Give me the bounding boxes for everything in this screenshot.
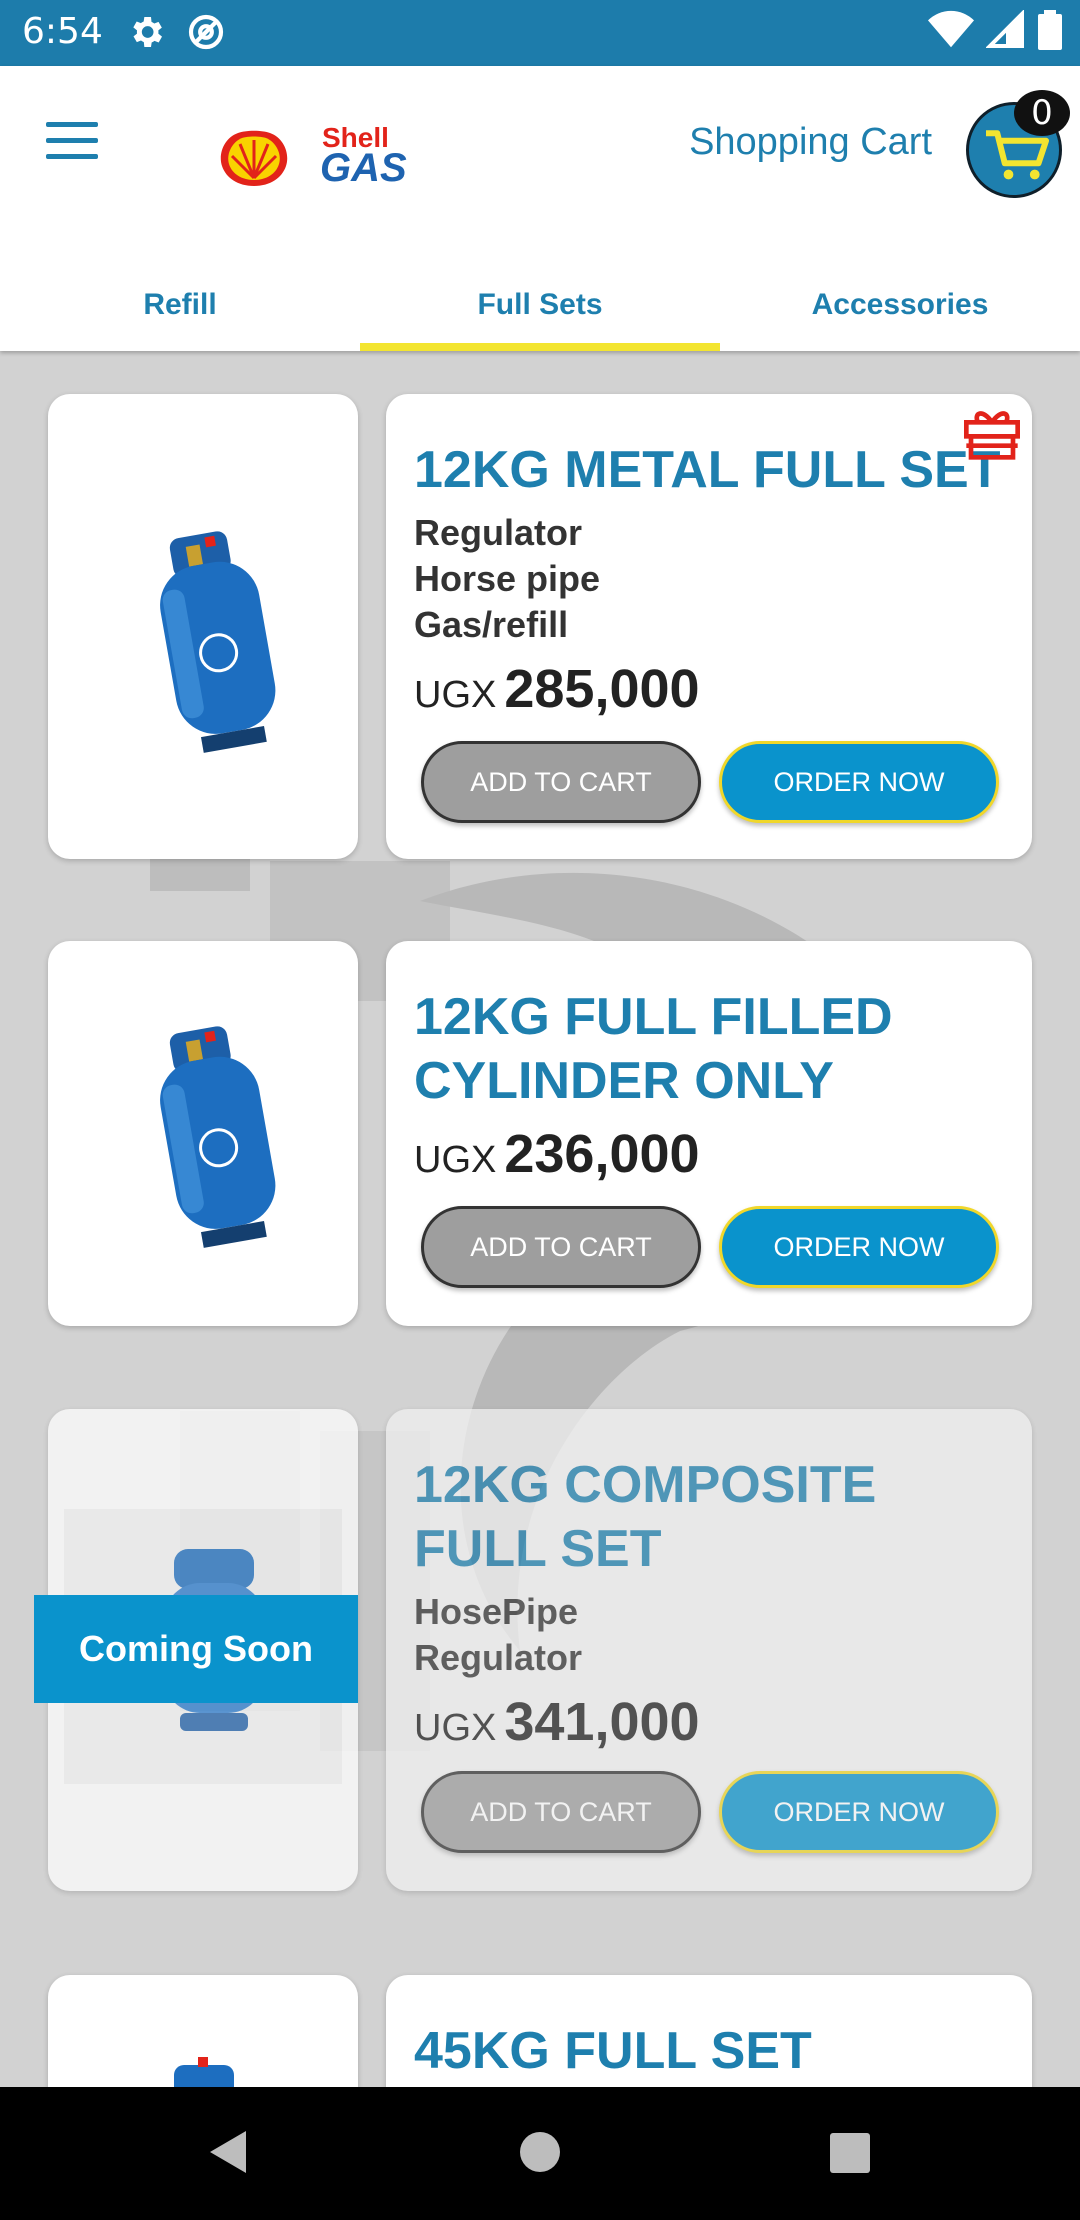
hamburger-menu-icon[interactable] bbox=[46, 122, 106, 172]
product-image bbox=[64, 489, 342, 764]
back-icon[interactable] bbox=[204, 2127, 250, 2177]
app-header: Shell GAS Shopping Cart 0 Refill Full Se… bbox=[0, 66, 1080, 351]
shopping-cart-label[interactable]: Shopping Cart bbox=[689, 121, 932, 164]
add-to-cart-button[interactable]: ADD TO CART bbox=[421, 1771, 701, 1853]
product-list[interactable]: 12KG METAL FULL SET Regulator Horse pipe… bbox=[0, 351, 1080, 2087]
system-navigation-bar bbox=[0, 2087, 1080, 2220]
order-now-button[interactable]: ORDER NOW bbox=[719, 1771, 999, 1853]
price-row: UGX 285,000 bbox=[414, 658, 1004, 720]
description-line: HosePipe bbox=[414, 1591, 579, 1632]
shell-gas-logo: Shell GAS bbox=[218, 112, 418, 202]
wifi-icon bbox=[928, 10, 974, 48]
title-line: FULL SET bbox=[414, 1520, 662, 1578]
status-bar: 6:54 bbox=[0, 0, 1080, 66]
sync-status-icon bbox=[188, 14, 224, 50]
price-row: UGX 341,000 bbox=[414, 1691, 1004, 1753]
product-image bbox=[64, 2045, 342, 2087]
product-title: 12KG METAL FULL SET bbox=[414, 441, 1001, 499]
product-price: 236,000 bbox=[504, 1124, 700, 1184]
settings-icon bbox=[133, 17, 162, 47]
cart-count-badge: 0 bbox=[1014, 90, 1070, 136]
order-now-button[interactable]: ORDER NOW bbox=[719, 1206, 999, 1288]
product-image bbox=[64, 996, 342, 1271]
product-price: 285,000 bbox=[504, 659, 700, 719]
gas-cylinder-image bbox=[174, 2057, 234, 2087]
product-price: 341,000 bbox=[504, 1692, 700, 1752]
order-now-button[interactable]: ORDER NOW bbox=[719, 741, 999, 823]
tab-refill[interactable]: Refill bbox=[0, 266, 360, 351]
brand-gas-text: GAS bbox=[320, 146, 407, 190]
product-image-card[interactable] bbox=[48, 941, 358, 1326]
title-line: 12KG FULL FILLED bbox=[414, 988, 893, 1046]
signal-icon bbox=[986, 10, 1024, 48]
add-to-cart-button[interactable]: ADD TO CART bbox=[421, 1206, 701, 1288]
product-info-card: 12KG METAL FULL SET Regulator Horse pipe… bbox=[386, 394, 1032, 859]
title-line: CYLINDER ONLY bbox=[414, 1052, 834, 1110]
product-description: Regulator Horse pipe Gas/refill bbox=[414, 510, 1004, 648]
currency-label: UGX bbox=[414, 1707, 497, 1749]
product-info-card: 12KG FULL FILLED CYLINDER ONLY UGX 236,0… bbox=[386, 941, 1032, 1326]
product-title: 45KG FULL SET bbox=[414, 2022, 812, 2080]
gas-cylinder-image bbox=[160, 531, 276, 753]
tab-accessories[interactable]: Accessories bbox=[720, 266, 1080, 351]
product-info-card: 45KG FULL SET bbox=[386, 1975, 1032, 2087]
add-to-cart-button[interactable]: ADD TO CART bbox=[421, 741, 701, 823]
product-title: 12KG FULL FILLED CYLINDER ONLY bbox=[414, 985, 1004, 1113]
product-info-card: 12KG COMPOSITE FULL SET HosePipe Regulat… bbox=[386, 1409, 1032, 1891]
tab-full-sets[interactable]: Full Sets bbox=[360, 266, 720, 351]
gas-cylinder-image bbox=[160, 1026, 276, 1248]
shell-pecten-icon bbox=[220, 130, 288, 186]
description-line: Horse pipe bbox=[414, 558, 601, 599]
price-row: UGX 236,000 bbox=[414, 1123, 1004, 1185]
recents-icon[interactable] bbox=[828, 2127, 872, 2177]
currency-label: UGX bbox=[414, 674, 497, 716]
home-icon[interactable] bbox=[518, 2127, 562, 2177]
product-image-card[interactable] bbox=[48, 1975, 358, 2087]
status-time: 6:54 bbox=[22, 11, 103, 52]
product-title: 12KG COMPOSITE FULL SET bbox=[414, 1453, 1004, 1581]
product-description: HosePipe Regulator bbox=[414, 1589, 1004, 1681]
title-line: 12KG COMPOSITE bbox=[414, 1456, 877, 1514]
description-line: Regulator bbox=[414, 1637, 583, 1678]
description-line: Regulator bbox=[414, 512, 583, 553]
battery-icon bbox=[1038, 10, 1062, 50]
description-line: Gas/refill bbox=[414, 604, 569, 645]
coming-soon-badge: Coming Soon bbox=[34, 1595, 358, 1703]
category-tabs: Refill Full Sets Accessories bbox=[0, 266, 1080, 351]
gift-icon[interactable] bbox=[964, 408, 1020, 460]
product-image-card[interactable] bbox=[48, 394, 358, 859]
currency-label: UGX bbox=[414, 1139, 497, 1181]
